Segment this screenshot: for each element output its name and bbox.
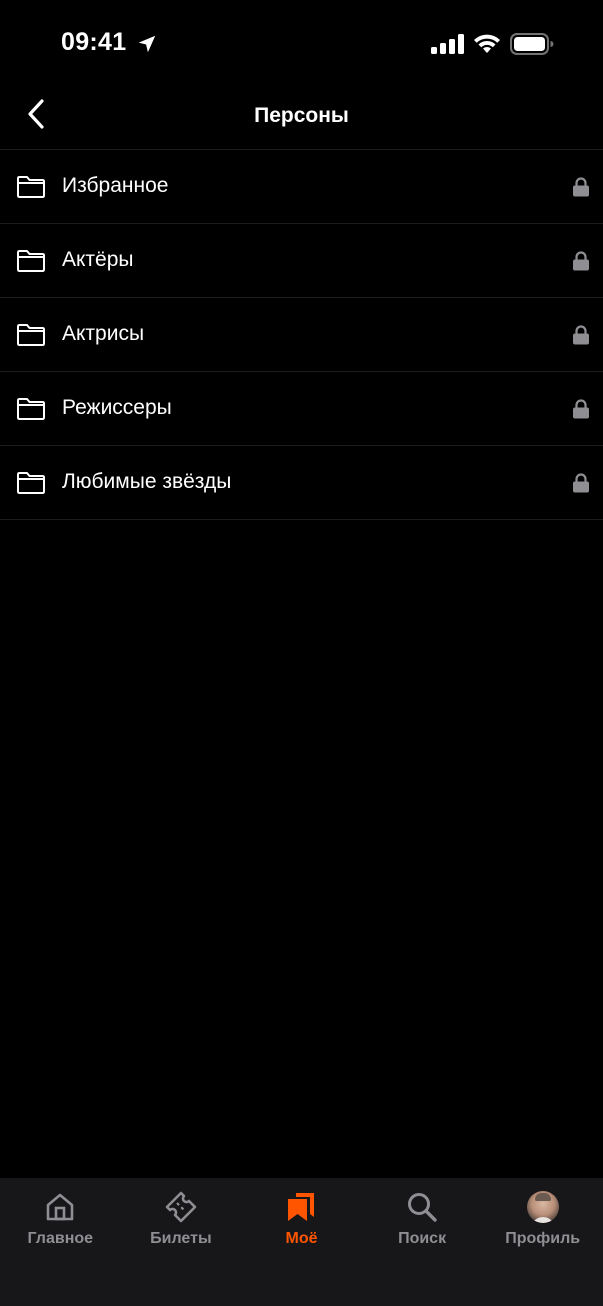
lock-icon — [573, 325, 589, 345]
status-time: 09:41 — [61, 28, 127, 56]
lock-icon — [573, 177, 589, 197]
tab-label: Моё — [285, 1230, 318, 1247]
folder-label: Любимые звёзды — [62, 470, 232, 493]
location-arrow-icon — [138, 35, 156, 53]
folder-label: Актёры — [62, 248, 134, 271]
cellular-signal-icon — [431, 34, 464, 54]
folder-list: Избранное Актёры Актрисы Режиссеры Любим… — [0, 149, 603, 520]
folder-label: Режиссеры — [62, 396, 172, 419]
ticket-icon — [164, 1190, 198, 1224]
folder-icon — [17, 398, 45, 420]
tab-profile[interactable]: Профиль — [482, 1178, 603, 1306]
folder-item-actresses[interactable]: Актрисы — [0, 298, 603, 372]
tab-label: Профиль — [505, 1230, 581, 1247]
folder-label: Актрисы — [62, 322, 145, 345]
tab-label: Поиск — [398, 1230, 447, 1247]
tab-label: Главное — [27, 1230, 94, 1247]
folder-item-actors[interactable]: Актёры — [0, 224, 603, 298]
lock-icon — [573, 473, 589, 493]
page-title: Персоны — [254, 104, 349, 127]
folder-icon — [17, 324, 45, 346]
avatar — [526, 1191, 559, 1223]
lock-icon — [573, 399, 589, 419]
folder-icon — [17, 250, 45, 272]
screen: 09:41 Персоны Избранное Актёры Актрисы Р… — [0, 0, 603, 1306]
lock-icon — [573, 251, 589, 271]
folder-item-favorite-stars[interactable]: Любимые звёзды — [0, 446, 603, 520]
tab-bar: Главное Билеты Моё Поиск Профиль — [0, 1178, 603, 1306]
folder-label: Избранное — [62, 174, 169, 197]
tab-label: Билеты — [150, 1230, 212, 1247]
tab-home[interactable]: Главное — [0, 1178, 121, 1306]
wifi-icon — [474, 34, 500, 53]
folder-item-favorites[interactable]: Избранное — [0, 150, 603, 224]
tab-tickets[interactable]: Билеты — [121, 1178, 242, 1306]
search-icon — [405, 1190, 439, 1224]
bookmarks-icon — [284, 1190, 318, 1224]
battery-icon — [510, 33, 554, 55]
nav-bar: Персоны — [0, 80, 603, 150]
folder-icon — [17, 472, 45, 494]
folder-item-directors[interactable]: Режиссеры — [0, 372, 603, 446]
folder-icon — [17, 176, 45, 198]
home-icon — [43, 1190, 77, 1224]
tab-mine[interactable]: Моё — [241, 1178, 362, 1306]
status-bar: 09:41 — [0, 0, 603, 80]
tab-search[interactable]: Поиск — [362, 1178, 483, 1306]
